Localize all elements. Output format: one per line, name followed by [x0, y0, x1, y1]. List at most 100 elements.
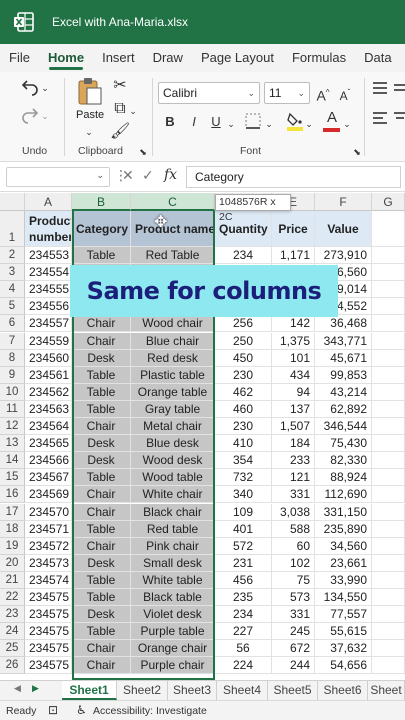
table-cell[interactable]: 234565 — [25, 435, 72, 453]
table-cell[interactable]: 456 — [215, 571, 272, 589]
table-cell[interactable]: 234564 — [25, 418, 72, 436]
table-cell[interactable]: 227 — [215, 623, 272, 641]
table-cell[interactable]: Wood desk — [131, 452, 215, 470]
table-cell[interactable]: White table — [131, 571, 215, 589]
table-cell[interactable]: 331 — [272, 486, 315, 504]
table-cell[interactable]: 234560 — [25, 349, 72, 367]
font-size-select[interactable]: 11 ⌄ — [264, 82, 310, 104]
table-cell[interactable]: 234557 — [25, 315, 72, 333]
table-cell[interactable]: 343,771 — [315, 332, 372, 350]
table-cell[interactable]: 235,890 — [315, 520, 372, 538]
column-header-b[interactable]: B — [72, 193, 131, 211]
tab-formulas[interactable]: Formulas — [283, 44, 355, 72]
row-header[interactable]: 1 — [0, 211, 25, 247]
enter-icon[interactable]: ✓ — [142, 167, 154, 184]
accessibility-status[interactable]: Accessibility: Investigate — [93, 705, 207, 717]
table-cell[interactable]: 245 — [272, 623, 315, 641]
format-painter-icon[interactable]: 🖌 — [110, 122, 130, 142]
table-cell[interactable]: 43,214 — [315, 383, 372, 401]
table-cell[interactable]: 94 — [272, 383, 315, 401]
row-header[interactable]: 19 — [0, 537, 25, 555]
row-header[interactable]: 23 — [0, 606, 25, 624]
undo-icon[interactable] — [20, 76, 40, 96]
tab-page-layout[interactable]: Page Layout — [192, 44, 283, 72]
row-header[interactable]: 8 — [0, 349, 25, 367]
table-cell[interactable]: 401 — [215, 520, 272, 538]
row-header[interactable]: 9 — [0, 366, 25, 384]
table-cell[interactable]: Blue desk — [131, 435, 215, 453]
cancel-icon[interactable]: ✕ — [122, 167, 134, 184]
align-center-icon[interactable] — [394, 110, 405, 128]
row-header[interactable]: 13 — [0, 435, 25, 453]
row-header[interactable]: 11 — [0, 400, 25, 418]
table-cell[interactable]: 88,924 — [315, 469, 372, 487]
table-cell[interactable]: 75 — [272, 571, 315, 589]
table-cell[interactable]: 184 — [272, 435, 315, 453]
empty-cell[interactable] — [372, 281, 405, 299]
table-cell[interactable]: 234570 — [25, 503, 72, 521]
table-cell[interactable]: 234575 — [25, 606, 72, 624]
empty-cell[interactable] — [372, 640, 405, 658]
table-cell[interactable]: 234561 — [25, 366, 72, 384]
table-cell[interactable]: 462 — [215, 383, 272, 401]
table-cell[interactable]: 331 — [272, 606, 315, 624]
undo-dropdown-icon[interactable]: ⌄ — [40, 78, 50, 98]
table-cell[interactable]: 234559 — [25, 332, 72, 350]
header-cell[interactable]: Product name — [131, 211, 215, 247]
table-cell[interactable]: Purple table — [131, 623, 215, 641]
font-color-button[interactable]: A — [323, 108, 341, 128]
table-cell[interactable]: Chair — [72, 657, 131, 675]
table-cell[interactable]: 234569 — [25, 486, 72, 504]
table-cell[interactable]: 434 — [272, 366, 315, 384]
table-cell[interactable]: Red table — [131, 520, 215, 538]
empty-cell[interactable] — [372, 520, 405, 538]
sheet-tab-sheet1[interactable]: Sheet1 — [62, 681, 117, 700]
redo-icon[interactable] — [20, 104, 40, 124]
table-cell[interactable]: Desk — [72, 554, 131, 572]
next-sheet-icon[interactable]: ▶ — [32, 683, 39, 694]
empty-cell[interactable] — [372, 657, 405, 675]
table-cell[interactable]: 1,375 — [272, 332, 315, 350]
table-cell[interactable]: 234575 — [25, 640, 72, 658]
empty-cell[interactable] — [372, 247, 405, 265]
sheet-tab-sheet5[interactable]: Sheet5 — [268, 681, 318, 700]
table-cell[interactable]: Gray table — [131, 400, 215, 418]
table-cell[interactable]: 234567 — [25, 469, 72, 487]
copy-dropdown-icon[interactable]: ⌄ — [128, 101, 138, 121]
table-cell[interactable]: Chair — [72, 486, 131, 504]
table-cell[interactable]: 234555 — [25, 281, 72, 299]
tab-home[interactable]: Home — [39, 44, 93, 72]
tab-re[interactable]: Re — [401, 44, 405, 72]
table-cell[interactable]: 331,150 — [315, 503, 372, 521]
paste-dropdown-icon[interactable]: ⌄ — [84, 122, 94, 142]
table-cell[interactable]: 588 — [272, 520, 315, 538]
table-cell[interactable]: Chair — [72, 315, 131, 333]
table-cell[interactable]: Table — [72, 247, 131, 265]
table-cell[interactable]: 45,671 — [315, 349, 372, 367]
row-header[interactable]: 5 — [0, 298, 25, 316]
font-color-dropdown-icon[interactable]: ⌄ — [342, 114, 352, 134]
table-cell[interactable]: 273,910 — [315, 247, 372, 265]
table-cell[interactable]: 234575 — [25, 657, 72, 675]
align-left-icon[interactable] — [372, 110, 388, 128]
empty-cell[interactable] — [372, 537, 405, 555]
empty-cell[interactable] — [372, 571, 405, 589]
table-cell[interactable]: Chair — [72, 537, 131, 555]
table-cell[interactable]: 36,468 — [315, 315, 372, 333]
table-cell[interactable]: 460 — [215, 400, 272, 418]
table-cell[interactable]: 34,560 — [315, 537, 372, 555]
table-cell[interactable]: 234575 — [25, 623, 72, 641]
table-cell[interactable]: 573 — [272, 589, 315, 607]
name-box[interactable]: ⌄ — [6, 167, 110, 187]
table-cell[interactable]: 33,990 — [315, 571, 372, 589]
table-cell[interactable]: Desk — [72, 435, 131, 453]
table-cell[interactable]: Desk — [72, 349, 131, 367]
table-cell[interactable]: 134,550 — [315, 589, 372, 607]
empty-cell[interactable] — [372, 623, 405, 641]
table-cell[interactable]: Pink chair — [131, 537, 215, 555]
header-cell[interactable]: Product number — [25, 211, 72, 247]
table-cell[interactable]: 354 — [215, 452, 272, 470]
clipboard-launcher-icon[interactable]: ⬊ — [138, 142, 148, 162]
row-header[interactable]: 16 — [0, 486, 25, 504]
font-name-select[interactable]: Calibri ⌄ — [158, 82, 260, 104]
